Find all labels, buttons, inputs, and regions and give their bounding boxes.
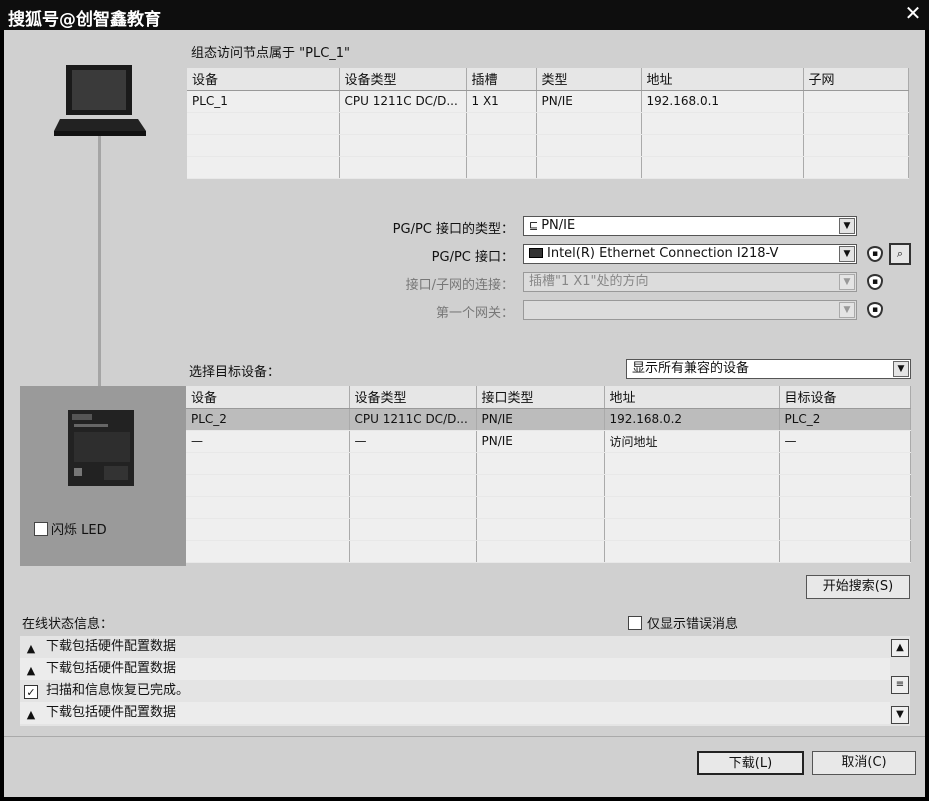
title-bar: 搜狐号@创智鑫教育 ✕ [0, 0, 929, 30]
column-header: 插槽 [466, 68, 537, 91]
table-row [186, 540, 911, 563]
gateway-select[interactable]: ▼ [523, 300, 857, 320]
errors-only-label: 仅显示错误消息 [647, 617, 739, 632]
table-row [187, 156, 909, 179]
table-row [187, 134, 909, 157]
table-cell: PLC_2 [186, 408, 350, 431]
device-filter-value: 显示所有兼容的设备 [632, 361, 750, 376]
subnet-conn-value: 插槽"1 X1"处的方向 [529, 274, 649, 289]
table-cell: 1 X1 [466, 90, 537, 113]
column-header: 地址 [604, 386, 780, 409]
connection-line [98, 136, 101, 386]
table-row[interactable]: — — PN/IE 访问地址 — [186, 430, 911, 453]
network-card-icon [529, 248, 543, 258]
table-cell: PN/IE [476, 430, 605, 453]
target-device-table: 设备 设备类型 接口类型 地址 目标设备 PLC_2 CPU 1211C DC/… [186, 386, 911, 563]
iface-select[interactable]: Intel(R) Ethernet Connection I218-V ▼ [523, 244, 857, 264]
target-device-panel: 闪烁 LED [20, 386, 186, 566]
table-header-row: 设备 设备类型 插槽 类型 地址 子网 [187, 68, 909, 91]
table-row [186, 452, 911, 475]
list-item: ▲ 下载包括硬件配置数据 [20, 658, 890, 680]
table-cell: CPU 1211C DC/D... [349, 408, 477, 431]
scroll-down-icon[interactable]: ▼ [891, 706, 909, 724]
table-row [186, 496, 911, 519]
subnet-conn-label: 接口/子网的连接： [405, 278, 514, 293]
iface-label: PG/PC 接口： [431, 250, 514, 265]
table-row[interactable]: PLC_1 CPU 1211C DC/D... 1 X1 PN/IE 192.1… [187, 90, 909, 113]
warning-icon: ▲ [26, 642, 36, 655]
table-row[interactable]: PLC_2 CPU 1211C DC/D... PN/IE 192.168.0.… [186, 408, 911, 431]
checkmark-icon: ✓ [24, 685, 38, 699]
table-cell: 192.168.0.1 [641, 90, 804, 113]
column-header: 设备 [187, 68, 340, 91]
status-heading: 在线状态信息： [22, 617, 114, 632]
warning-icon: ▲ [26, 664, 36, 677]
iface-type-select[interactable]: ⊑ PN/IE ▼ [523, 216, 857, 236]
target-device-label: 选择目标设备： [189, 365, 281, 380]
list-item: ▲ 下载包括硬件配置数据 [20, 702, 890, 724]
shield-icon[interactable]: ▪ [867, 246, 883, 262]
plc-icon [68, 410, 134, 486]
warning-icon: ▲ [26, 708, 36, 721]
table-cell: — [186, 430, 350, 453]
table-cell: PLC_2 [779, 408, 911, 431]
flash-led-control[interactable]: 闪烁 LED [34, 519, 107, 538]
access-node-heading: 组态访问节点属于 "PLC_1" [191, 46, 351, 61]
list-item: ✓ 扫描和信息恢复已完成。 [20, 680, 890, 702]
table-row [186, 474, 911, 497]
table-cell: PLC_1 [187, 90, 340, 113]
list-item: ▲ 下载包括硬件配置数据 [20, 636, 890, 658]
column-header: 类型 [536, 68, 642, 91]
download-button[interactable]: 下载(L) [697, 751, 804, 775]
shield-icon: ▪ [867, 274, 883, 290]
table-cell: 访问地址 [604, 430, 780, 453]
iface-type-label: PG/PC 接口的类型： [392, 222, 514, 237]
iface-type-value: PN/IE [541, 218, 576, 233]
table-row [186, 518, 911, 541]
chevron-down-icon[interactable]: ▼ [839, 274, 855, 290]
table-cell: PN/IE [476, 408, 605, 431]
table-cell: CPU 1211C DC/D... [339, 90, 467, 113]
diagnostics-icon[interactable]: ⌕ [889, 243, 911, 265]
iface-value: Intel(R) Ethernet Connection I218-V [547, 246, 779, 261]
table-row [187, 112, 909, 135]
flash-led-checkbox[interactable] [34, 522, 48, 536]
divider [4, 736, 925, 737]
flash-led-label: 闪烁 LED [51, 523, 107, 538]
close-icon[interactable]: ✕ [903, 2, 923, 24]
start-search-button[interactable]: 开始搜索(S) [806, 575, 910, 599]
column-header: 地址 [641, 68, 804, 91]
laptop-icon [54, 65, 146, 136]
device-filter-select[interactable]: 显示所有兼容的设备 ▼ [626, 359, 911, 379]
errors-only-control[interactable]: 仅显示错误消息 [628, 613, 738, 632]
column-header: 设备类型 [339, 68, 467, 91]
column-header: 设备类型 [349, 386, 477, 409]
chevron-down-icon[interactable]: ▼ [839, 218, 855, 234]
cancel-button[interactable]: 取消(C) [812, 751, 916, 775]
column-header: 设备 [186, 386, 350, 409]
column-header: 接口类型 [476, 386, 605, 409]
table-cell: — [779, 430, 911, 453]
network-icon: ⊑ [529, 219, 539, 232]
scrollbar-thumb[interactable]: ≡ [891, 676, 909, 694]
table-header-row: 设备 设备类型 接口类型 地址 目标设备 [186, 386, 911, 409]
chevron-down-icon[interactable]: ▼ [839, 302, 855, 318]
table-cell [803, 90, 909, 113]
chevron-down-icon[interactable]: ▼ [839, 246, 855, 262]
errors-only-checkbox[interactable] [628, 616, 642, 630]
shield-icon: ▪ [867, 302, 883, 318]
window-title: 搜狐号@创智鑫教育 [8, 10, 161, 30]
access-node-table: 设备 设备类型 插槽 类型 地址 子网 PLC_1 CPU 1211C DC/D… [187, 68, 909, 179]
table-cell: 192.168.0.2 [604, 408, 780, 431]
chevron-down-icon[interactable]: ▼ [893, 361, 909, 377]
column-header: 目标设备 [779, 386, 911, 409]
subnet-conn-select[interactable]: 插槽"1 X1"处的方向 ▼ [523, 272, 857, 292]
download-dialog: 组态访问节点属于 "PLC_1" 设备 设备类型 插槽 类型 地址 子网 PLC… [4, 30, 925, 797]
column-header: 子网 [803, 68, 909, 91]
gateway-label: 第一个网关： [435, 306, 514, 321]
scroll-up-icon[interactable]: ▲ [891, 639, 909, 657]
table-cell: — [349, 430, 477, 453]
table-cell: PN/IE [536, 90, 642, 113]
